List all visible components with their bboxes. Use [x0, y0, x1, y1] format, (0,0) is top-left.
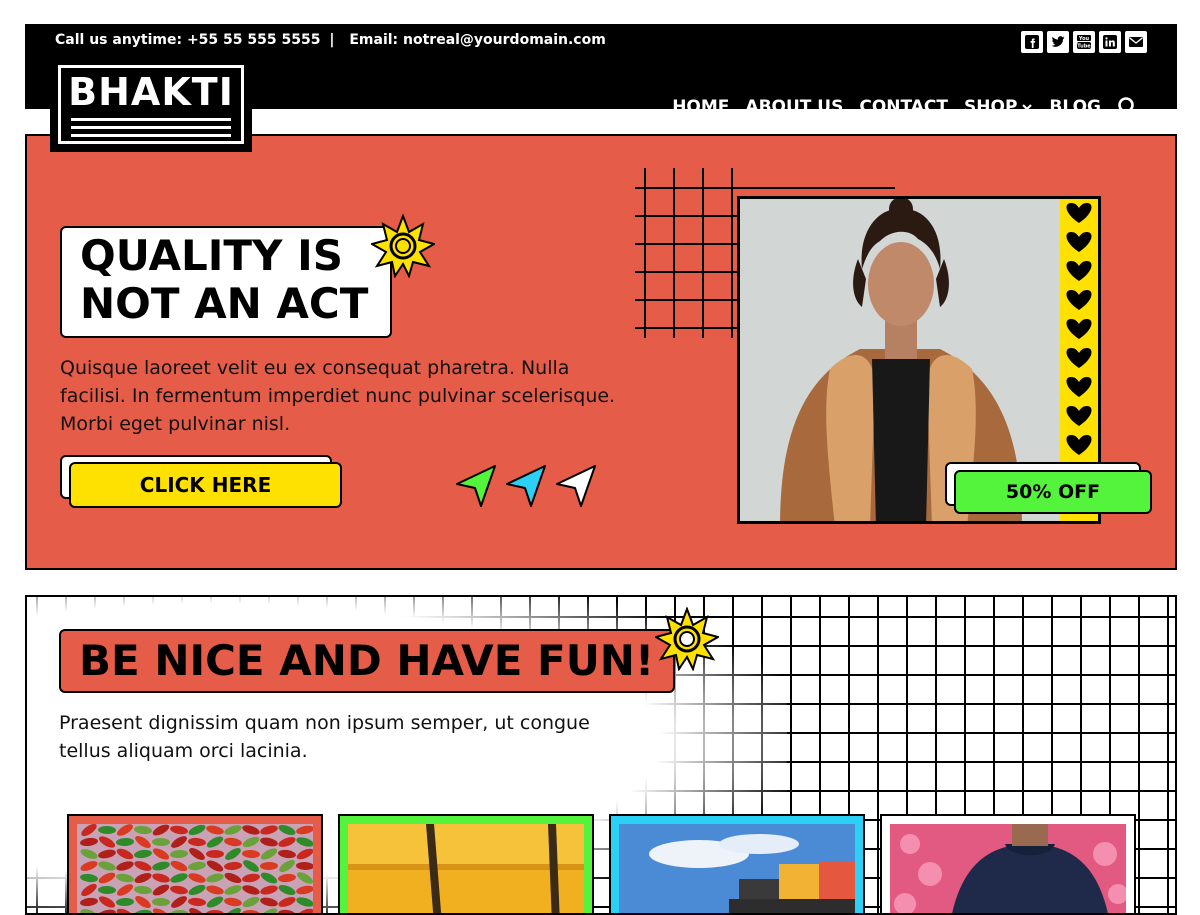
discount-badge: 50% OFF	[954, 470, 1152, 514]
chevron-down-icon	[1022, 104, 1033, 111]
social-links: Tube You	[1021, 31, 1147, 53]
click-here-button[interactable]: CLICK HERE	[69, 462, 342, 508]
email-text[interactable]: Email: notreal@yourdomain.com	[349, 32, 605, 48]
hero-section: QUALITY IS NOT AN ACT Quisque laoreet ve…	[25, 134, 1177, 570]
logo-text: BHAKTI	[68, 70, 234, 114]
nav-about-us[interactable]: ABOUT US	[745, 97, 843, 117]
nav-home[interactable]: HOME	[672, 97, 729, 117]
contact-info: Call us anytime: +55 55 555 5555 | Email…	[55, 32, 606, 48]
hero-description: Quisque laoreet velit eu ex consequat ph…	[60, 357, 616, 435]
sun-icon	[371, 214, 435, 278]
nav-contact[interactable]: CONTACT	[859, 97, 948, 117]
svg-text:You: You	[1078, 36, 1090, 42]
linkedin-icon[interactable]	[1099, 31, 1121, 53]
hero-title-line2: NOT AN ACT	[80, 279, 369, 328]
phone-text: Call us anytime: +55 55 555 5555	[55, 32, 321, 48]
hero-title-line1: QUALITY IS	[80, 231, 343, 280]
logo-line	[71, 126, 231, 129]
nav-shop-label: SHOP	[964, 97, 1018, 117]
fun-section: BE NICE AND HAVE FUN! Praesent dignissim…	[25, 595, 1177, 915]
mail-icon[interactable]	[1125, 31, 1147, 53]
youtube-icon[interactable]: Tube You	[1073, 31, 1095, 53]
search-icon[interactable]	[1117, 96, 1139, 118]
section-title: BE NICE AND HAVE FUN!	[59, 629, 675, 693]
nav-shop[interactable]: SHOP	[964, 97, 1033, 117]
arrow-cursors-decoration	[456, 465, 596, 507]
nav-blog[interactable]: BLOG	[1049, 97, 1101, 117]
site-logo[interactable]: BHAKTI	[50, 57, 252, 152]
twitter-icon[interactable]	[1047, 31, 1069, 53]
logo-frame: BHAKTI	[58, 65, 244, 144]
separator: |	[329, 32, 335, 48]
logo-line	[71, 118, 231, 121]
svg-text:Tube: Tube	[1077, 44, 1091, 50]
facebook-icon[interactable]	[1021, 31, 1043, 53]
sun-icon	[655, 607, 719, 671]
colorful-building-image	[619, 824, 855, 913]
section-description: Praesent dignissim quam non ipsum semper…	[59, 712, 590, 762]
logo-line	[71, 134, 231, 137]
main-nav: HOME ABOUT US CONTACT SHOP BLOG	[672, 96, 1139, 118]
hero-title: QUALITY IS NOT AN ACT	[60, 226, 392, 338]
man-flowers-image	[890, 824, 1126, 913]
chili-peppers-image	[77, 824, 313, 913]
yellow-ceiling-image	[348, 824, 584, 913]
